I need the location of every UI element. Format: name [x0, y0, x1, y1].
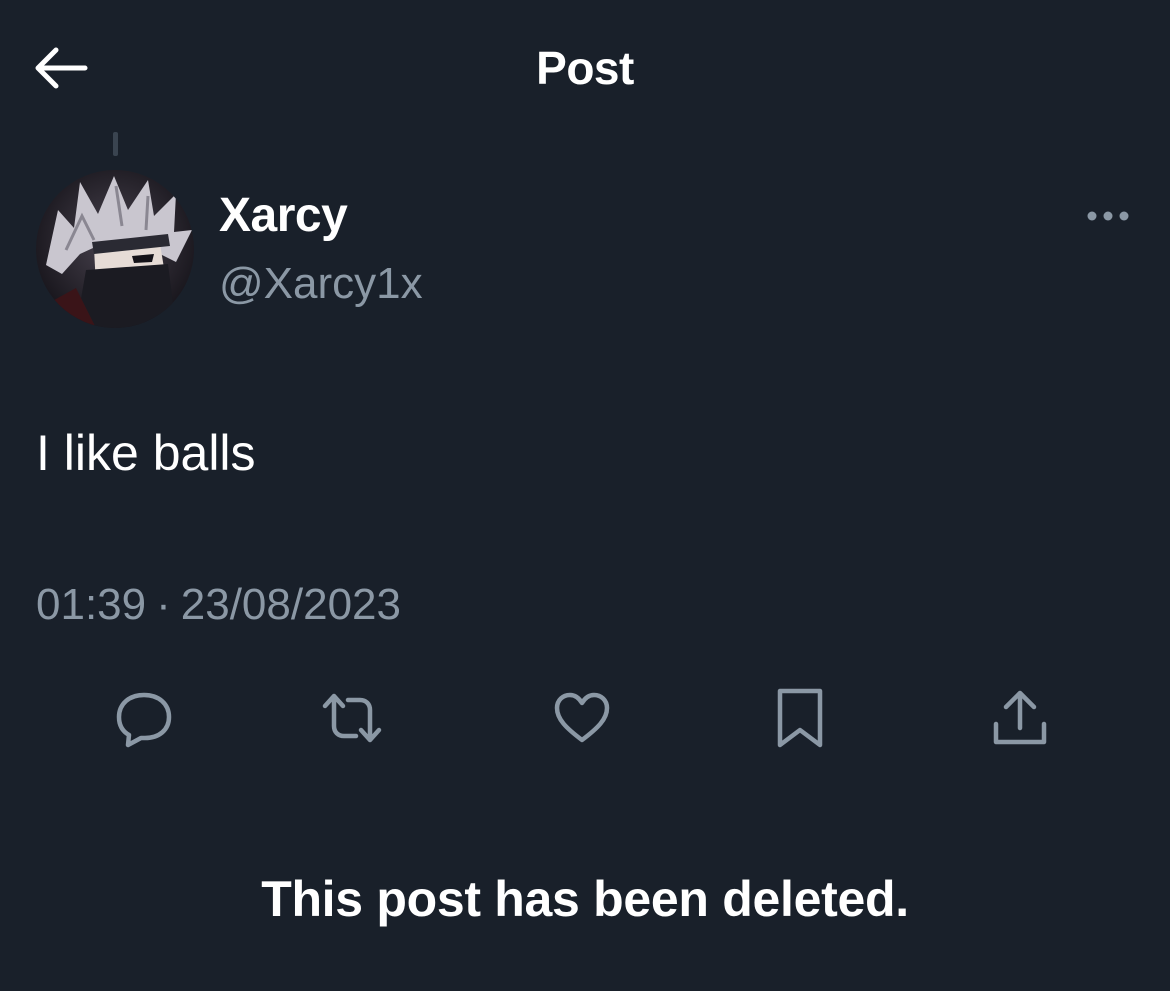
- share-button[interactable]: [982, 680, 1058, 756]
- speech-bubble-icon: [116, 692, 172, 748]
- thread-connector-line: [113, 132, 118, 156]
- more-options-button[interactable]: [1080, 196, 1136, 236]
- avatar-image: [36, 170, 194, 328]
- heart-icon: [554, 692, 610, 743]
- author-handle[interactable]: @Xarcy1x: [219, 256, 423, 312]
- post-text: I like balls: [36, 425, 256, 481]
- share-upload-icon: [993, 690, 1047, 745]
- avatar[interactable]: [36, 170, 194, 328]
- bookmark-button[interactable]: [762, 680, 838, 756]
- reply-button[interactable]: [106, 680, 182, 756]
- repost-arrows-icon: [322, 693, 382, 743]
- top-bar: Post: [0, 0, 1170, 130]
- more-dots-icon: [1087, 211, 1129, 221]
- author-display-name[interactable]: Xarcy: [219, 186, 348, 246]
- post-date: 23/08/2023: [180, 580, 401, 629]
- like-button[interactable]: [544, 680, 620, 756]
- post-timestamp[interactable]: 01:39 · 23/08/2023: [36, 576, 401, 634]
- repost-button[interactable]: [314, 680, 390, 756]
- deleted-notice: This post has been deleted.: [261, 871, 909, 927]
- post-time: 01:39: [36, 580, 147, 629]
- timestamp-separator: ·: [156, 580, 171, 629]
- action-bar: [0, 680, 1170, 760]
- bookmark-icon: [777, 688, 823, 748]
- page-title: Post: [536, 42, 634, 94]
